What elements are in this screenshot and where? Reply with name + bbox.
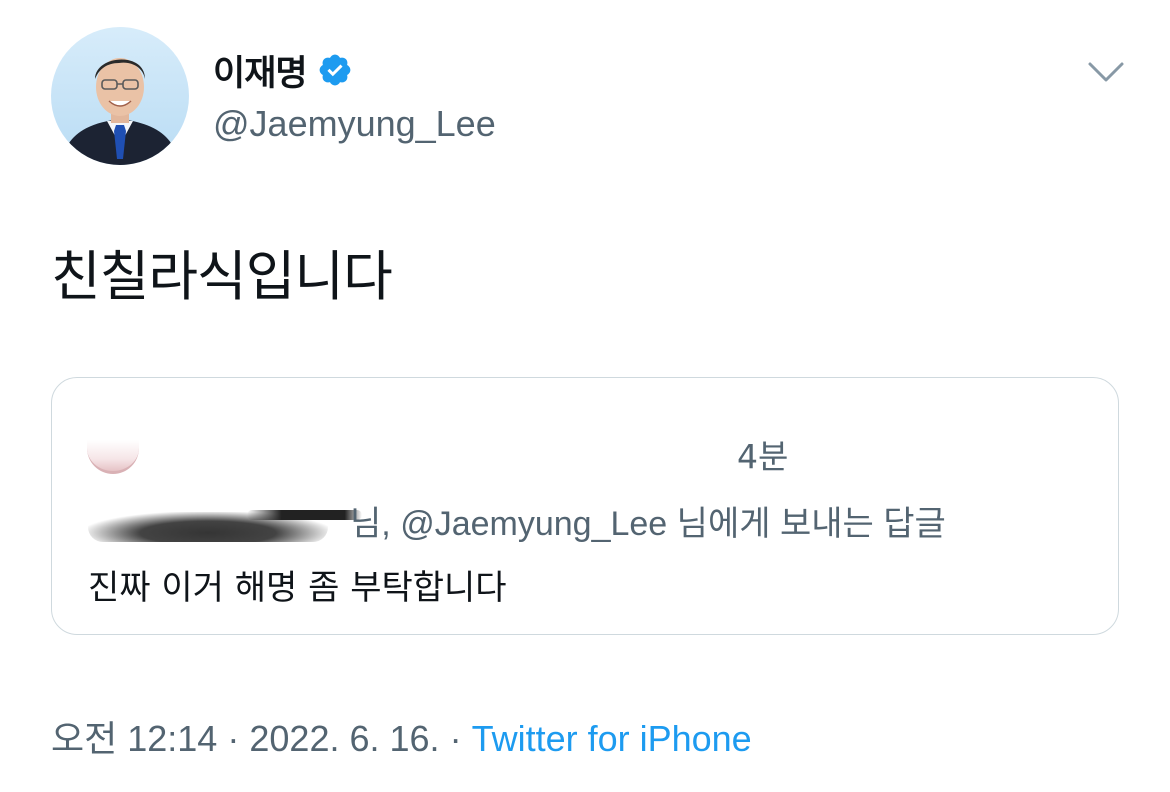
quoted-tweet-time: 4분 <box>737 437 789 476</box>
chevron-down-icon[interactable] <box>1086 52 1126 92</box>
quoted-avatar-redacted <box>87 440 139 474</box>
meta-separator: · <box>449 718 462 759</box>
quoted-tweet-card[interactable]: 4분 님, @Jaemyung_Lee 님에게 보내는 답글 진짜 이거 해명 … <box>51 377 1119 635</box>
reply-prefix: 님, <box>350 505 391 543</box>
reply-handle[interactable]: @Jaemyung_Lee <box>400 505 667 543</box>
tweet-time[interactable]: 오전 12:14 <box>51 718 217 759</box>
author-display-name[interactable]: 이재명 <box>213 45 308 96</box>
meta-separator: · <box>227 718 240 759</box>
reply-suffix: 님에게 보내는 답글 <box>676 505 946 543</box>
author-name-row[interactable]: 이재명 <box>213 48 353 94</box>
author-avatar[interactable] <box>51 27 189 165</box>
tweet-date[interactable]: 2022. 6. 16. <box>249 718 439 759</box>
tweet-meta: 오전 12:14 · 2022. 6. 16. · Twitter for iP… <box>51 710 752 762</box>
tweet-text: 친칠라식입니다 <box>51 245 393 308</box>
verified-badge-icon <box>317 52 353 88</box>
quoted-tweet-text: 진짜 이거 해명 좀 부탁합니다 <box>88 568 507 608</box>
author-handle[interactable]: @Jaemyung_Lee <box>213 103 496 145</box>
tweet-source-link[interactable]: Twitter for iPhone <box>472 718 752 759</box>
reply-context: 님, @Jaemyung_Lee 님에게 보내는 답글 <box>88 496 946 545</box>
tweet: 이재명 @Jaemyung_Lee 친칠라식입니다 4분 님, @Jaemyun… <box>0 0 1170 792</box>
